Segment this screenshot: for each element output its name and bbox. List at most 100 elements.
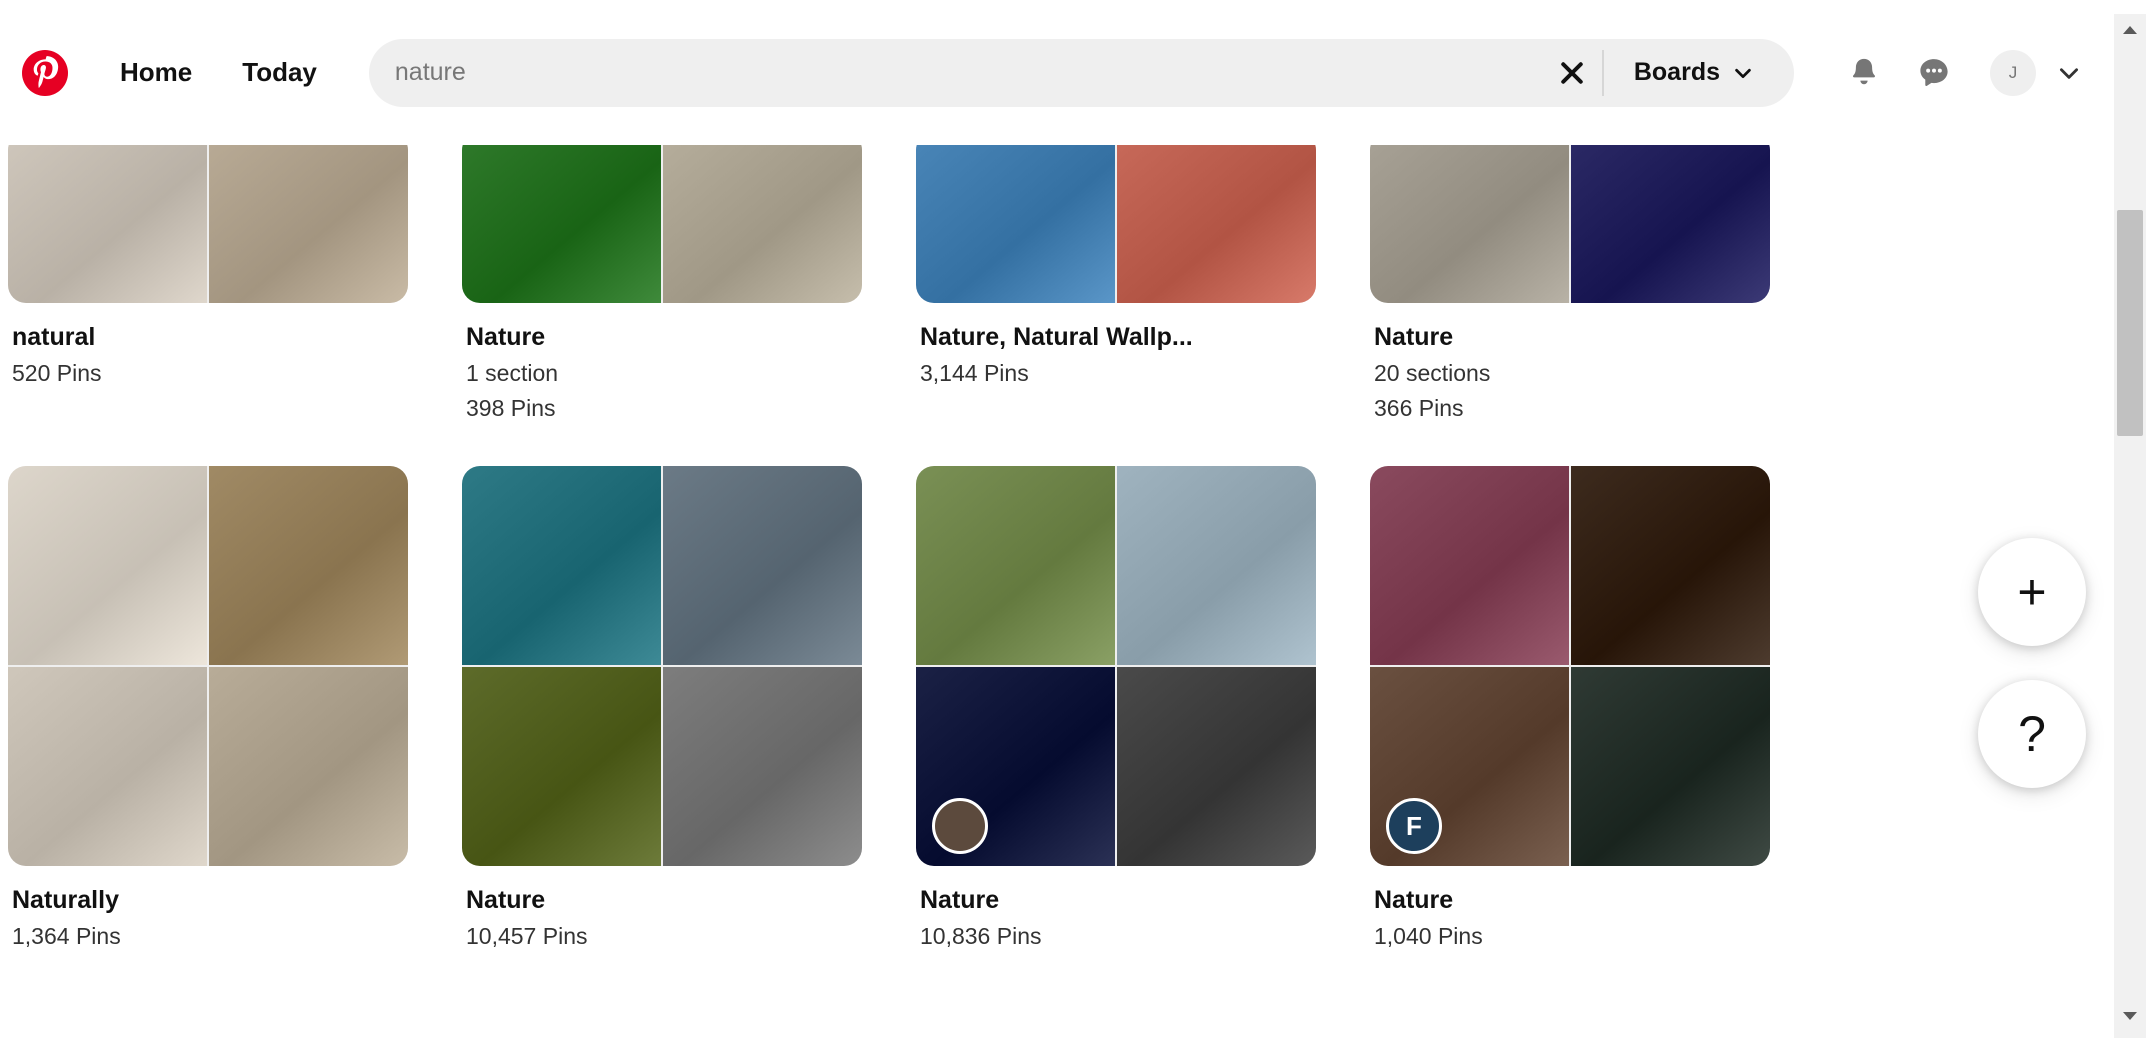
plus-icon: + xyxy=(2017,567,2046,617)
board-cover-tile xyxy=(1117,667,1316,866)
board-title: Nature, Natural Wallp... xyxy=(920,323,1312,353)
board-pin-count: 1,040 Pins xyxy=(1374,922,1766,952)
board-section-count: 1 section xyxy=(466,359,858,389)
board-cover-tile xyxy=(462,466,661,665)
board-card[interactable]: Nature 1 section 398 Pins xyxy=(462,145,862,424)
board-pin-count: 398 Pins xyxy=(466,394,858,424)
board-pin-count: 1,364 Pins xyxy=(12,922,404,952)
board-cover-tile xyxy=(663,466,862,665)
notifications-button[interactable] xyxy=(1836,45,1892,101)
chevron-down-icon xyxy=(1732,62,1754,84)
board-cover-tile xyxy=(8,145,207,303)
board-cover[interactable] xyxy=(8,145,408,303)
board-section-count: 20 sections xyxy=(1374,359,1766,389)
board-cover-tile xyxy=(8,466,207,665)
search-container: nature Boards xyxy=(369,39,1794,107)
messages-button[interactable] xyxy=(1906,45,1962,101)
board-cover-tile xyxy=(663,145,862,303)
search-scope-boards-button[interactable]: Boards xyxy=(1608,58,1784,87)
board-cover[interactable] xyxy=(916,145,1316,303)
board-card[interactable]: Nature 10,457 Pins xyxy=(462,466,862,951)
vertical-scrollbar[interactable] xyxy=(2114,0,2146,1038)
board-cover-tile xyxy=(209,667,408,866)
board-cover[interactable] xyxy=(8,466,408,866)
board-cover-tile xyxy=(1571,466,1770,665)
search-input[interactable]: nature Boards xyxy=(369,39,1794,107)
board-owner-avatar[interactable] xyxy=(932,798,988,854)
board-title: Nature xyxy=(920,886,1312,916)
avatar-initial: J xyxy=(2009,63,2018,83)
board-cover-tile xyxy=(1117,466,1316,665)
board-title: Naturally xyxy=(12,886,404,916)
board-owner-avatar-initial: F xyxy=(1406,811,1422,842)
board-meta: Nature 20 sections 366 Pins xyxy=(1370,303,1770,424)
board-title: Nature xyxy=(466,323,858,353)
board-cover-tile xyxy=(1571,145,1770,303)
board-cover-tile xyxy=(1370,466,1569,665)
board-card[interactable]: Nature 20 sections 366 Pins xyxy=(1370,145,1770,424)
board-cover-tile xyxy=(1370,145,1569,303)
board-pin-count: 366 Pins xyxy=(1374,394,1766,424)
board-meta: Nature 10,836 Pins xyxy=(916,866,1316,951)
account-menu-button[interactable] xyxy=(2046,50,2092,96)
search-divider xyxy=(1602,50,1604,96)
board-card[interactable]: F Nature 1,040 Pins xyxy=(1370,466,1770,951)
board-meta: Nature 1 section 398 Pins xyxy=(462,303,862,424)
board-meta: natural 520 Pins xyxy=(8,303,408,388)
board-pin-count: 10,457 Pins xyxy=(466,922,858,952)
board-cover[interactable] xyxy=(462,466,862,866)
board-title: Nature xyxy=(1374,323,1766,353)
board-meta: Nature 1,040 Pins xyxy=(1370,866,1770,951)
pinterest-logo[interactable] xyxy=(18,46,72,100)
app-header: Home Today nature Boards xyxy=(0,0,2114,145)
board-cover[interactable] xyxy=(462,145,862,303)
board-card[interactable]: Nature, Natural Wallp... 3,144 Pins xyxy=(916,145,1316,424)
board-title: Nature xyxy=(1374,886,1766,916)
scrollbar-track-cap xyxy=(2114,0,2146,14)
board-cover-tile xyxy=(1117,145,1316,303)
search-value: nature xyxy=(395,60,1546,85)
nav-home-label: Home xyxy=(120,57,192,87)
board-card[interactable]: Nature 10,836 Pins xyxy=(916,466,1316,951)
bell-icon xyxy=(1846,55,1882,91)
board-cover[interactable]: F xyxy=(1370,466,1770,866)
floating-action-buttons: + ? xyxy=(1978,538,2086,788)
board-cover-tile xyxy=(462,145,661,303)
create-button[interactable]: + xyxy=(1978,538,2086,646)
board-cover[interactable] xyxy=(1370,145,1770,303)
board-meta: Nature 10,457 Pins xyxy=(462,866,862,951)
scroll-up-arrow[interactable] xyxy=(2114,14,2146,46)
board-card[interactable]: natural 520 Pins xyxy=(8,145,408,424)
scrollbar-thumb[interactable] xyxy=(2117,210,2143,436)
board-pin-count: 3,144 Pins xyxy=(920,359,1312,389)
clear-search-button[interactable] xyxy=(1546,47,1598,99)
board-meta: Naturally 1,364 Pins xyxy=(8,866,408,951)
question-mark-icon: ? xyxy=(2018,709,2046,759)
board-title: natural xyxy=(12,323,404,353)
board-meta: Nature, Natural Wallp... 3,144 Pins xyxy=(916,303,1316,388)
board-card[interactable]: Naturally 1,364 Pins xyxy=(8,466,408,951)
board-cover[interactable] xyxy=(916,466,1316,866)
board-cover-tile xyxy=(8,667,207,866)
scroll-down-arrow[interactable] xyxy=(2114,1000,2146,1032)
board-cover-tile xyxy=(209,145,408,303)
search-results-area: natural520 PinsNature1 section398 PinsNa… xyxy=(0,145,2114,1038)
nav-item-home[interactable]: Home xyxy=(98,44,214,101)
board-pin-count: 520 Pins xyxy=(12,359,404,389)
board-grid: natural520 PinsNature1 section398 PinsNa… xyxy=(8,145,1808,952)
message-bubble-icon xyxy=(1915,54,1953,92)
board-cover-tile xyxy=(462,667,661,866)
board-owner-avatar[interactable]: F xyxy=(1386,798,1442,854)
board-pin-count: 10,836 Pins xyxy=(920,922,1312,952)
board-cover-tile xyxy=(209,466,408,665)
nav-item-today[interactable]: Today xyxy=(220,44,339,101)
avatar[interactable]: J xyxy=(1990,50,2036,96)
board-title: Nature xyxy=(466,886,858,916)
nav-today-label: Today xyxy=(242,57,317,87)
board-cover-tile xyxy=(663,667,862,866)
chevron-down-icon xyxy=(2056,60,2082,86)
board-cover-tile xyxy=(1571,667,1770,866)
search-scope-label: Boards xyxy=(1634,58,1720,87)
help-button[interactable]: ? xyxy=(1978,680,2086,788)
board-cover-tile xyxy=(916,145,1115,303)
